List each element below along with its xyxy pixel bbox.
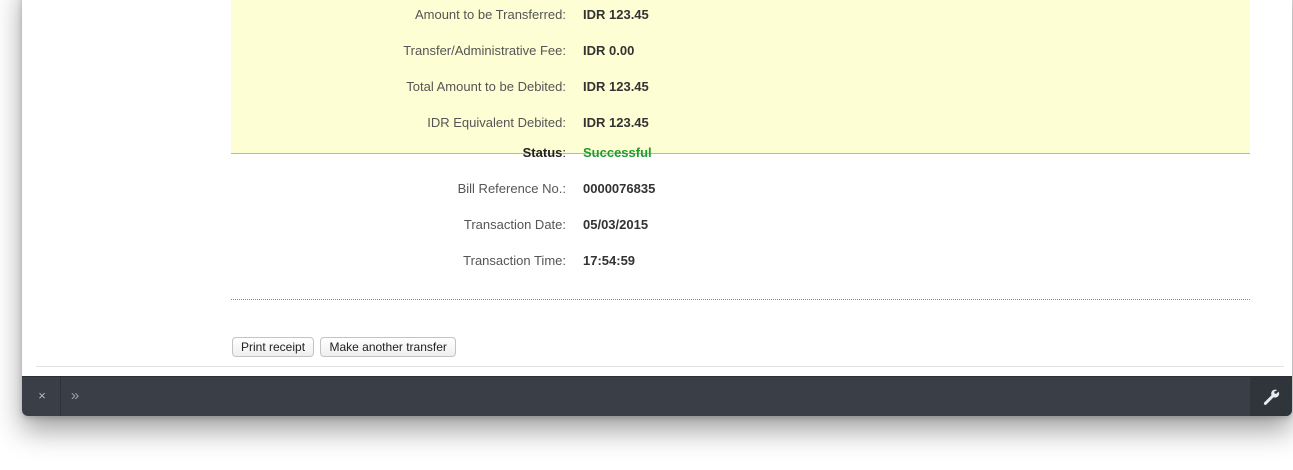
receipt-actions: Print receipt Make another transfer [232,337,458,359]
summary-row-amount: Amount to be Transferred: IDR 123.45 [231,4,1250,26]
summary-row-total: Total Amount to be Debited: IDR 123.45 [231,76,1250,98]
summary-label: Amount to be Transferred: [414,7,566,22]
app-window: Amount to be Transferred: IDR 123.45 Tra… [22,0,1292,416]
summary-value: IDR 123.45 [583,115,649,130]
summary-row-fee: Transfer/Administrative Fee: IDR 0.00 [231,40,1250,62]
status-label-colon: : [562,145,566,160]
summary-row-idr-equivalent: IDR Equivalent Debited: IDR 123.45 [231,112,1250,134]
detail-label: Transaction Time: [463,253,566,268]
close-icon[interactable]: × [35,387,49,405]
summary-label: IDR Equivalent Debited: [427,115,566,130]
detail-value: 17:54:59 [583,253,636,268]
transaction-details-panel: Status: Successful Bill Reference No.: 0… [231,145,1250,300]
bottom-toolbar: × » [22,376,1292,416]
summary-value: IDR 123.45 [583,7,649,22]
detail-value: 05/03/2015 [583,217,649,232]
transfer-receipt: Amount to be Transferred: IDR 123.45 Tra… [22,0,1292,376]
make-another-transfer-button[interactable]: Make another transfer [320,337,456,357]
detail-row-transaction-date: Transaction Date: 05/03/2015 [231,214,1250,236]
amount-summary-panel: Amount to be Transferred: IDR 123.45 Tra… [231,0,1250,154]
screen: Amount to be Transferred: IDR 123.45 Tra… [0,0,1293,470]
detail-row-bill-reference: Bill Reference No.: 0000076835 [231,178,1250,200]
detail-row-status: Status: Successful [231,142,1250,164]
status-label-text: Status [522,145,563,160]
summary-value: IDR 123.45 [583,79,649,94]
wrench-icon [1263,389,1280,405]
summary-label: Transfer/Administrative Fee: [403,43,566,58]
status-value: Successful [583,145,652,160]
detail-value: 0000076835 [583,181,656,196]
status-label: Status: [523,142,566,164]
detail-label: Transaction Date: [463,217,566,232]
toolbar-divider [60,377,61,416]
summary-label: Total Amount to be Debited: [406,79,566,94]
detail-label: Bill Reference No.: [457,181,566,196]
detail-row-transaction-time: Transaction Time: 17:54:59 [231,250,1250,272]
double-chevron-right-icon[interactable]: » [66,387,84,405]
tools-button[interactable] [1250,377,1292,416]
summary-value: IDR 0.00 [583,43,635,58]
print-receipt-button[interactable]: Print receipt [232,337,315,357]
footer-divider [36,366,1284,367]
